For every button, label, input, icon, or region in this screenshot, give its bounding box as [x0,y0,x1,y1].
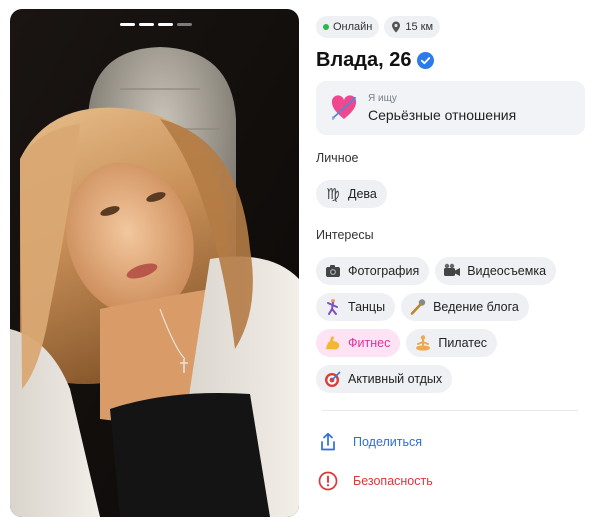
profile-details: Онлайн 15 км Влада, 26 Я ищу Серьёзные о… [316,16,586,491]
camera-icon [326,265,340,277]
video-camera-icon [444,263,461,276]
zodiac-chip: ♍ Дева [316,180,387,208]
status-badges: Онлайн 15 км [316,16,586,38]
share-icon [321,432,335,451]
safety-button[interactable]: Безопасность [316,470,433,492]
looking-for-box: Я ищу Серьёзные отношения [316,81,585,135]
photo-page-dot[interactable] [177,23,192,26]
interest-chip: Пилатес [406,329,498,357]
distance-badge: 15 км [384,16,441,38]
microphone-icon [410,299,426,315]
online-dot-icon [323,24,329,30]
interest-chip: Видеосъемка [435,257,557,285]
interest-label: Пилатес [438,336,488,350]
warning-circle-icon [318,471,338,491]
online-status-text: Онлайн [333,21,373,33]
heart-with-arrow-icon [331,95,357,120]
online-badge: Онлайн [316,16,380,38]
target-icon [325,371,341,387]
interest-label: Танцы [348,300,386,314]
interest-chip-highlighted: Фитнес [316,329,401,357]
interest-chip: Фотография [316,257,430,285]
profile-photo-image [10,9,299,517]
photo-page-dot[interactable] [120,23,135,26]
interest-label: Активный отдых [348,372,443,386]
verified-check-icon [417,51,435,69]
share-label: Поделиться [353,435,423,449]
interest-label: Фотография [348,264,420,278]
location-pin-icon [392,21,401,33]
name-row: Влада, 26 [316,47,586,73]
photo-page-dot[interactable] [158,23,173,26]
safety-label: Безопасность [353,474,433,488]
interests-list: Фотография Видеосъемка Танцы Ведение бло… [316,257,586,401]
interest-label: Фитнес [348,336,391,350]
interest-label: Видеосъемка [467,264,547,278]
flexed-biceps-icon [326,336,340,350]
profile-name-age: Влада, 26 [316,48,412,71]
section-divider [322,410,578,411]
distance-text: 15 км [405,21,434,33]
interests-section-title: Интересы [316,228,374,242]
photo-page-indicator [120,23,192,26]
interest-chip: Активный отдых [316,365,453,393]
interest-chip: Ведение блога [401,293,529,321]
dancer-icon [327,299,338,315]
interest-chip: Танцы [316,293,396,321]
lotus-pose-icon [416,335,431,351]
photo-page-dot[interactable] [139,23,154,26]
share-button[interactable]: Поделиться [316,431,422,453]
zodiac-label: Дева [348,187,377,201]
profile-photo[interactable] [10,9,299,517]
looking-for-value: Серьёзные отношения [368,107,517,123]
looking-for-label: Я ищу [368,93,397,104]
virgo-icon: ♍ [326,186,340,203]
personal-section-title: Личное [316,151,359,165]
interest-label: Ведение блога [433,300,519,314]
